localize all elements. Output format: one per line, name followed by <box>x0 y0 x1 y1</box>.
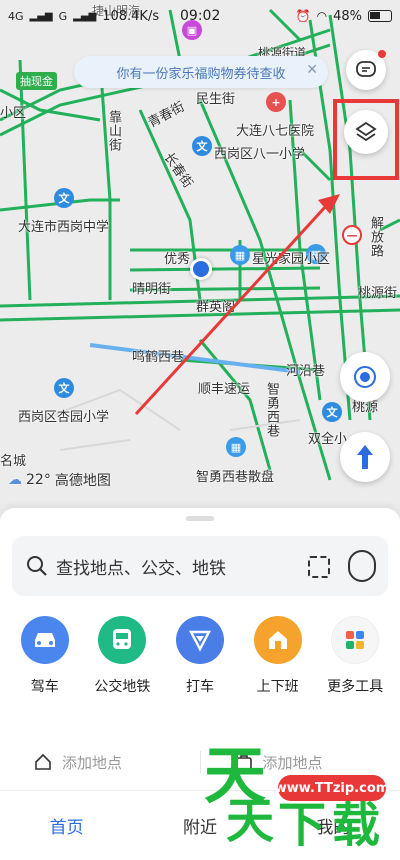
quick-action-label: 上下班 <box>256 679 299 695</box>
map-label: 河沿巷 <box>286 364 326 379</box>
search-bar[interactable]: 查找地点、公交、地铁 <box>12 536 388 596</box>
search-icon <box>27 556 47 576</box>
add-place-label: 添加地点 <box>62 753 123 772</box>
map-label: 群英阁 <box>196 300 236 315</box>
home-icon <box>35 753 51 770</box>
locate-icon <box>354 366 376 388</box>
school-poi-icon[interactable]: 文 <box>54 188 74 208</box>
map-label: 大连市西岗中学 <box>18 220 110 235</box>
quick-action-label: 公交地铁 <box>94 679 151 695</box>
battery-percent: 48% <box>333 8 362 24</box>
quick-action-more-tools[interactable]: 更多工具 <box>320 616 390 696</box>
map-label: 星光家园小区 <box>252 252 331 267</box>
map-label: 大连八七医院 <box>236 124 315 139</box>
tab-home[interactable]: 首页 <box>0 813 133 838</box>
status-time: 09:02 <box>180 8 221 24</box>
wifi-icon: ◠ <box>316 9 328 23</box>
map-label: 优秀 <box>164 252 191 267</box>
watermark-logo: 天 天 下 载 www.TTzip.com <box>204 745 400 860</box>
building-poi-icon[interactable]: ▦ <box>230 245 250 265</box>
scan-icon[interactable] <box>308 556 330 578</box>
search-placeholder: 查找地点、公交、地铁 <box>56 558 226 579</box>
promo-label[interactable]: 抽现金 <box>16 72 57 90</box>
commute-icon <box>253 616 302 664</box>
quick-action-commute[interactable]: 上下班 <box>243 616 313 696</box>
signal-bars-icon: ▂▄▆ <box>73 10 97 22</box>
map-label: 桃源街 <box>358 286 398 301</box>
alarm-icon: ⏰ <box>295 9 311 23</box>
voice-assistant-icon[interactable] <box>348 550 376 582</box>
watermark-char: 载 <box>332 797 381 853</box>
map-label: 靠山街 <box>106 110 121 152</box>
quick-action-label: 驾车 <box>30 679 59 695</box>
highlight-box <box>333 99 399 180</box>
route-arrow-icon <box>357 445 373 469</box>
grid-icon <box>331 616 380 664</box>
map-label: 西岗区八一小学 <box>214 147 306 162</box>
temperature: 22° <box>26 472 51 488</box>
network-speed: 108.4K/s <box>102 8 160 24</box>
school-poi-icon[interactable]: 文 <box>192 136 212 156</box>
quick-actions: 驾车 公交地铁 打车 上下班 更多工具 <box>0 616 400 696</box>
signal-icon: G <box>58 9 68 23</box>
cloud-icon: ☁ <box>8 472 22 488</box>
watermark-url: www.TTzip.com <box>275 775 389 801</box>
no-entry-poi-icon[interactable]: — <box>342 225 362 245</box>
taxi-icon <box>175 616 224 664</box>
weather-widget: ☁ 22° 高德地图 <box>8 470 111 490</box>
notification-dot <box>378 50 386 58</box>
map-label: 智勇西巷 <box>264 382 279 438</box>
map-label: 鸣鹤西巷 <box>132 350 185 365</box>
battery-icon <box>368 10 392 22</box>
map-label: 小区 <box>0 106 27 121</box>
sheet-handle[interactable] <box>186 516 214 521</box>
bus-icon <box>98 616 147 664</box>
watermark-char: 天 <box>226 793 275 849</box>
status-bar: 4G ▂▄▆ G ▂▄▆ 108.4K/s 09:02 ⏰ ◠ 48% <box>0 0 400 32</box>
map-label: 西岗区杏园小学 <box>18 410 110 425</box>
message-button[interactable] <box>346 50 386 90</box>
quick-action-label: 更多工具 <box>327 679 384 695</box>
school-poi-icon[interactable]: 文 <box>322 402 342 422</box>
current-location-icon <box>190 258 212 280</box>
school-poi-icon[interactable]: 文 <box>54 378 74 398</box>
car-icon <box>20 616 69 664</box>
quick-action-drive[interactable]: 驾车 <box>10 616 80 696</box>
promo-banner[interactable]: 你有一份家乐福购物券待查收 ✕ <box>74 56 328 88</box>
route-button[interactable] <box>340 432 390 482</box>
quick-action-label: 打车 <box>185 679 214 695</box>
map-label: 顺丰速运 <box>198 382 251 397</box>
map-label: 解放路 <box>368 216 383 258</box>
quick-action-transit[interactable]: 公交地铁 <box>87 616 157 696</box>
add-home-place[interactable]: 添加地点 <box>0 752 200 773</box>
building-poi-icon[interactable]: ▦ <box>226 437 246 457</box>
map-label: 智勇西巷散盘 <box>196 470 275 485</box>
map-source: 高德地图 <box>54 473 111 489</box>
message-icon <box>356 61 376 77</box>
quick-action-taxi[interactable]: 打车 <box>165 616 235 696</box>
map-label: 名城 <box>0 454 27 469</box>
banner-text: 你有一份家乐福购物券待查收 <box>116 66 286 82</box>
watermark-char: 下 <box>278 797 327 853</box>
map-label: 晴明街 <box>132 282 172 297</box>
map-label: 双全小 <box>308 432 348 447</box>
signal-icon: 4G <box>8 9 24 23</box>
map-label: 民生街 <box>196 92 236 107</box>
signal-bars-icon: ▂▄▆ <box>29 10 53 22</box>
close-icon[interactable]: ✕ <box>306 62 318 78</box>
locate-button[interactable] <box>340 352 390 402</box>
hospital-poi-icon[interactable]: + <box>266 92 286 112</box>
